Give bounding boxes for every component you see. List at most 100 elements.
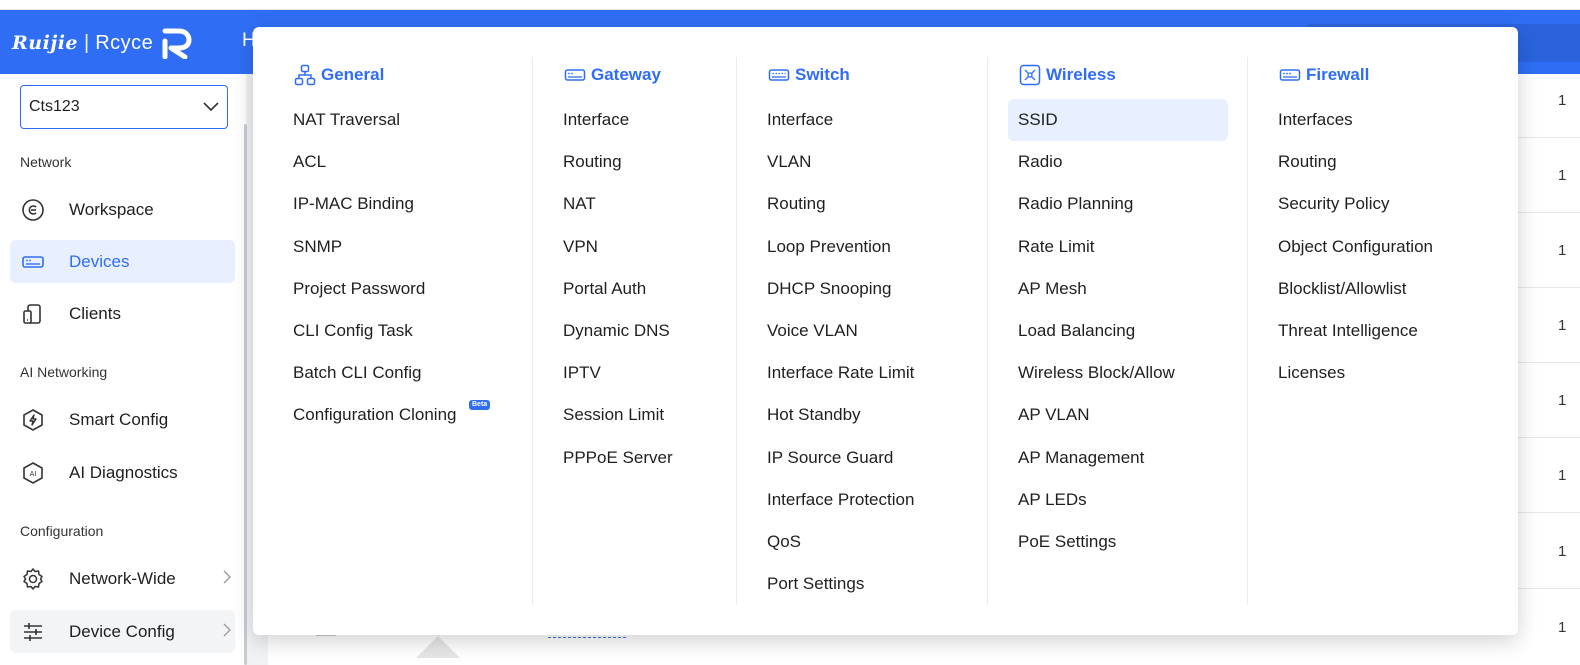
- menu-item-switch-loop-prevention[interactable]: Loop Prevention: [767, 226, 977, 268]
- column-divider: [987, 57, 988, 605]
- sidebar-item-devices[interactable]: Devices: [10, 240, 235, 283]
- menu-item-label: Radio: [1018, 152, 1063, 172]
- project-select[interactable]: Cts123: [20, 85, 228, 129]
- table-row-count: 1: [1558, 467, 1567, 484]
- sidebar-scrollbar[interactable]: [244, 124, 247, 665]
- menu-item-general-acl[interactable]: ACL: [293, 141, 523, 183]
- menu-item-wireless-ap-management[interactable]: AP Management: [1018, 437, 1238, 479]
- menu-item-general-snmp[interactable]: SNMP: [293, 226, 523, 268]
- menu-item-switch-voice-vlan[interactable]: Voice VLAN: [767, 310, 977, 352]
- menu-item-wireless-poe-settings[interactable]: PoE Settings: [1018, 521, 1238, 563]
- menu-item-general-batch-cli-config[interactable]: Batch CLI Config: [293, 352, 523, 394]
- menu-item-wireless-radio-planning[interactable]: Radio Planning: [1018, 183, 1238, 225]
- menu-item-label: Routing: [1278, 152, 1337, 172]
- wireless-ap-icon: [1018, 63, 1042, 87]
- menu-item-firewall-threat-intelligence[interactable]: Threat Intelligence: [1278, 310, 1498, 352]
- svg-text:AI: AI: [30, 470, 37, 478]
- menu-item-label: Portal Auth: [563, 278, 647, 298]
- menu-item-gateway-portal-auth[interactable]: Portal Auth: [563, 268, 733, 310]
- menu-item-label: AP Mesh: [1018, 278, 1087, 298]
- menu-item-label: Routing: [563, 152, 622, 172]
- column-divider: [532, 57, 533, 605]
- menu-item-wireless-radio[interactable]: Radio: [1018, 141, 1238, 183]
- menu-item-gateway-pppoe-server[interactable]: PPPoE Server: [563, 437, 733, 479]
- menu-item-label: SSID: [1018, 110, 1058, 129]
- menu-item-general-project-password[interactable]: Project Password: [293, 268, 523, 310]
- menu-item-gateway-interface[interactable]: Interface: [563, 99, 733, 141]
- menu-item-general-configuration-cloning[interactable]: Configuration Cloning Beta: [293, 394, 523, 436]
- menu-item-firewall-security-policy[interactable]: Security Policy: [1278, 183, 1498, 225]
- menu-item-firewall-routing[interactable]: Routing: [1278, 141, 1498, 183]
- menu-item-switch-interface-rate-limit[interactable]: Interface Rate Limit: [767, 352, 977, 394]
- column-title: Wireless: [1046, 65, 1116, 84]
- sidebar-item-label: Workspace: [69, 199, 154, 219]
- menu-item-label: Interface Rate Limit: [767, 363, 915, 383]
- project-select-value: Cts123: [29, 98, 80, 115]
- menu-item-label: Wireless Block/Allow: [1018, 363, 1175, 383]
- chevron-right-icon: [223, 570, 231, 584]
- sidebar-item-clients[interactable]: Clients: [10, 292, 235, 335]
- devices-icon: [20, 249, 46, 275]
- menu-item-switch-interface[interactable]: Interface: [767, 99, 977, 141]
- menu-item-wireless-ap-vlan[interactable]: AP VLAN: [1018, 394, 1238, 436]
- menu-item-wireless-ssid[interactable]: SSID: [1008, 99, 1228, 141]
- menu-item-gateway-nat[interactable]: NAT: [563, 183, 733, 225]
- menu-item-label: Loop Prevention: [767, 236, 891, 256]
- menu-item-wireless-load-balancing[interactable]: Load Balancing: [1018, 310, 1238, 352]
- menu-item-wireless-ap-mesh[interactable]: AP Mesh: [1018, 268, 1238, 310]
- section-label-network: Network: [20, 154, 72, 170]
- menu-item-switch-ip-source-guard[interactable]: IP Source Guard: [767, 437, 977, 479]
- menu-item-switch-interface-protection[interactable]: Interface Protection: [767, 479, 977, 521]
- table-row-divider: [1518, 362, 1580, 363]
- menu-item-firewall-blocklist-allowlist[interactable]: Blocklist/Allowlist: [1278, 268, 1498, 310]
- menu-item-switch-port-settings[interactable]: Port Settings: [767, 563, 977, 605]
- sidebar-item-ai-diagnostics[interactable]: AI AI Diagnostics: [10, 451, 235, 494]
- menu-item-firewall-interfaces[interactable]: Interfaces: [1278, 99, 1498, 141]
- menu-item-gateway-dynamic-dns[interactable]: Dynamic DNS: [563, 310, 733, 352]
- menu-item-gateway-vpn[interactable]: VPN: [563, 226, 733, 268]
- menu-item-switch-hot-standby[interactable]: Hot Standby: [767, 394, 977, 436]
- menu-item-label: Blocklist/Allowlist: [1278, 278, 1407, 298]
- sidebar-item-label: Devices: [69, 251, 130, 271]
- menu-item-label: Licenses: [1278, 363, 1346, 383]
- menu-item-general-nat-traversal[interactable]: NAT Traversal: [293, 99, 523, 141]
- menu-item-label: AP Management: [1018, 447, 1145, 467]
- sidebar-item-workspace[interactable]: Workspace: [10, 188, 235, 231]
- menu-item-gateway-routing[interactable]: Routing: [563, 141, 733, 183]
- sidebar-item-network-wide[interactable]: Network-Wide: [10, 557, 235, 600]
- menu-item-label: IPTV: [563, 363, 601, 383]
- sidebar-item-device-config[interactable]: Device Config: [10, 610, 235, 653]
- menu-item-switch-dhcp-snooping[interactable]: DHCP Snooping: [767, 268, 977, 310]
- menu-item-firewall-object-configuration[interactable]: Object Configuration: [1278, 226, 1498, 268]
- table-row-divider: [1518, 437, 1580, 438]
- table-row-count: 1: [1558, 242, 1567, 259]
- chevron-right-icon: [223, 623, 231, 637]
- logo-mark-icon: [162, 28, 192, 59]
- sliders-icon: [20, 619, 46, 645]
- sidebar-item-smart-config[interactable]: Smart Config: [10, 398, 235, 441]
- sidebar-item-label: Smart Config: [69, 409, 169, 429]
- switch-icon: [767, 63, 791, 87]
- menu-item-general-ip-mac-binding[interactable]: IP-MAC Binding: [293, 183, 523, 225]
- menu-item-label: VLAN: [767, 152, 812, 172]
- menu-item-gateway-iptv[interactable]: IPTV: [563, 352, 733, 394]
- menu-item-switch-vlan[interactable]: VLAN: [767, 141, 977, 183]
- menu-item-wireless-wireless-block-allow[interactable]: Wireless Block/Allow: [1018, 352, 1238, 394]
- logo[interactable]: Ruijie | Rcyce: [12, 28, 195, 59]
- column-header: Firewall: [1278, 57, 1498, 93]
- menu-item-label: Routing: [767, 194, 826, 214]
- menu-item-label: Voice VLAN: [767, 321, 858, 340]
- menu-item-wireless-ap-leds[interactable]: AP LEDs: [1018, 479, 1238, 521]
- clients-icon: [20, 301, 46, 327]
- menu-item-switch-routing[interactable]: Routing: [767, 183, 977, 225]
- menu-item-switch-qos[interactable]: QoS: [767, 521, 977, 563]
- menu-item-gateway-session-limit[interactable]: Session Limit: [563, 394, 733, 436]
- column-divider: [1247, 57, 1248, 605]
- menu-item-label: Threat Intelligence: [1278, 321, 1418, 340]
- menu-item-label: Security Policy: [1278, 194, 1390, 214]
- menu-item-wireless-rate-limit[interactable]: Rate Limit: [1018, 226, 1238, 268]
- menu-item-firewall-licenses[interactable]: Licenses: [1278, 352, 1498, 394]
- sidebar-item-label: AI Diagnostics: [69, 462, 178, 482]
- menu-item-general-cli-config-task[interactable]: CLI Config Task: [293, 310, 523, 352]
- menu-item-label: AP VLAN: [1018, 405, 1090, 425]
